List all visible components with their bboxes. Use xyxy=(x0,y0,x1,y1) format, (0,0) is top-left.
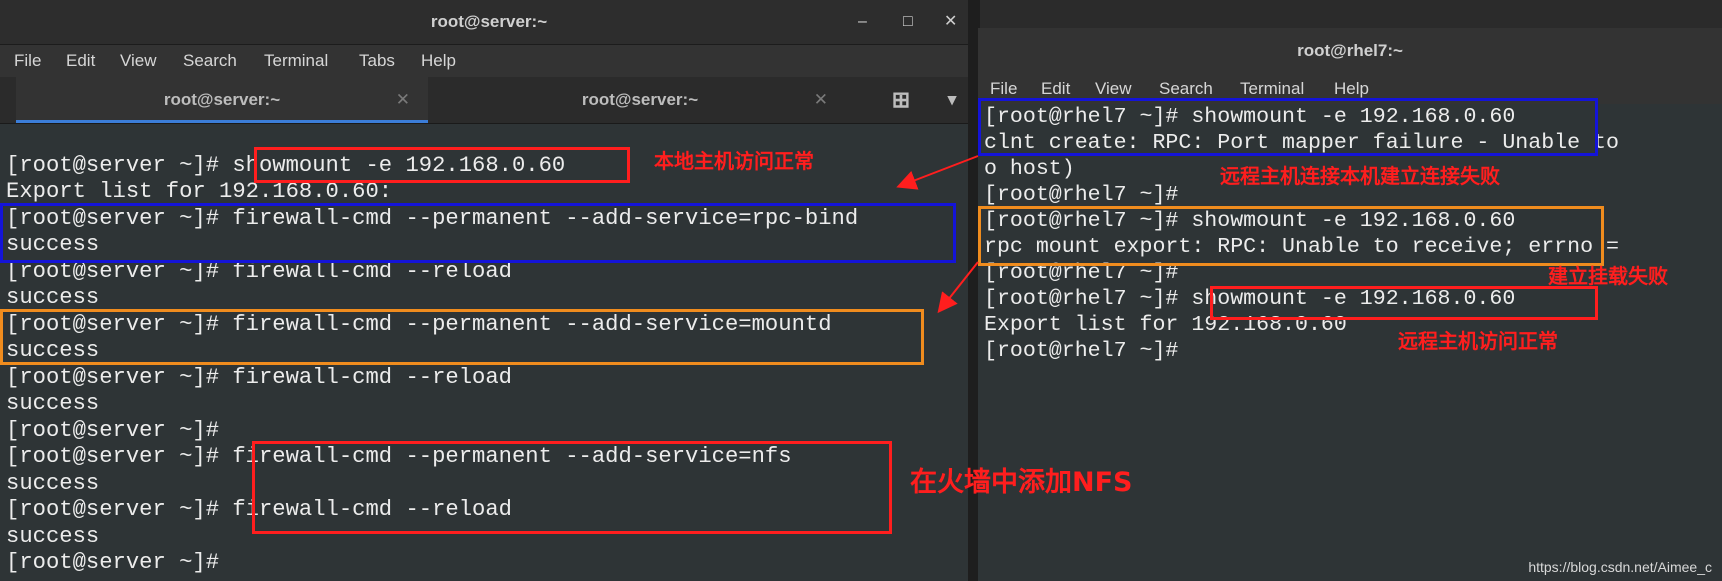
annotation-arrows xyxy=(896,155,979,314)
watermark: https://blog.csdn.net/Aimee_c xyxy=(1528,559,1712,575)
arrow-mountd xyxy=(937,261,979,314)
arrow-rpc-bind xyxy=(896,155,979,190)
